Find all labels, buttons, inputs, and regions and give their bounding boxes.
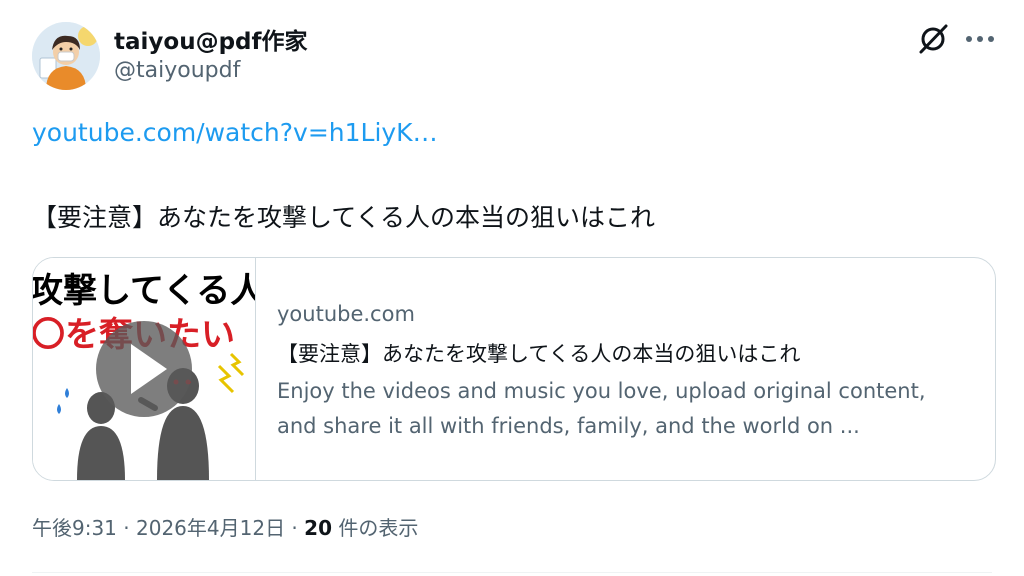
card-description-line1: Enjoy the videos and music you love, upl… bbox=[277, 379, 926, 403]
divider bbox=[32, 572, 992, 573]
tweet-meta: 午後9:31 · 2026年4月12日 · 20 件の表示 bbox=[32, 512, 418, 541]
meta-separator: · bbox=[285, 516, 305, 540]
card-description: Enjoy the videos and music you love, upl… bbox=[277, 374, 977, 444]
meta-separator: · bbox=[116, 516, 136, 540]
author-display-name[interactable]: taiyou@pdf作家 bbox=[114, 22, 308, 56]
tweet-text: 【要注意】あなたを攻撃してくる人の本当の狙いはこれ bbox=[32, 203, 656, 232]
play-icon[interactable] bbox=[96, 321, 192, 417]
grok-icon[interactable] bbox=[916, 22, 950, 56]
card-description-line2: and share it all with friends, family, a… bbox=[277, 414, 860, 438]
card-domain: youtube.com bbox=[277, 302, 415, 326]
link-card[interactable]: 攻撃してくる人は 〇を奪いたい youtube.com 【要注意】あなたを攻撃し… bbox=[32, 257, 996, 481]
thumb-text-line1: 攻撃してくる人は bbox=[33, 271, 255, 311]
avatar-person-icon bbox=[32, 22, 100, 90]
views-count[interactable]: 20 bbox=[304, 516, 332, 540]
tweet-time[interactable]: 午後9:31 bbox=[32, 516, 117, 540]
tweet-link[interactable]: youtube.com/watch?v=h1LiyK… bbox=[32, 118, 438, 147]
card-thumbnail[interactable]: 攻撃してくる人は 〇を奪いたい bbox=[33, 258, 256, 480]
avatar[interactable] bbox=[32, 22, 100, 90]
tweet-date[interactable]: 2026年4月12日 bbox=[136, 516, 285, 540]
more-icon[interactable] bbox=[960, 22, 1000, 56]
card-title: 【要注意】あなたを攻撃してくる人の本当の狙いはこれ bbox=[277, 342, 801, 366]
author-handle[interactable]: @taiyoupdf bbox=[114, 58, 240, 83]
views-label: 件の表示 bbox=[332, 516, 419, 540]
